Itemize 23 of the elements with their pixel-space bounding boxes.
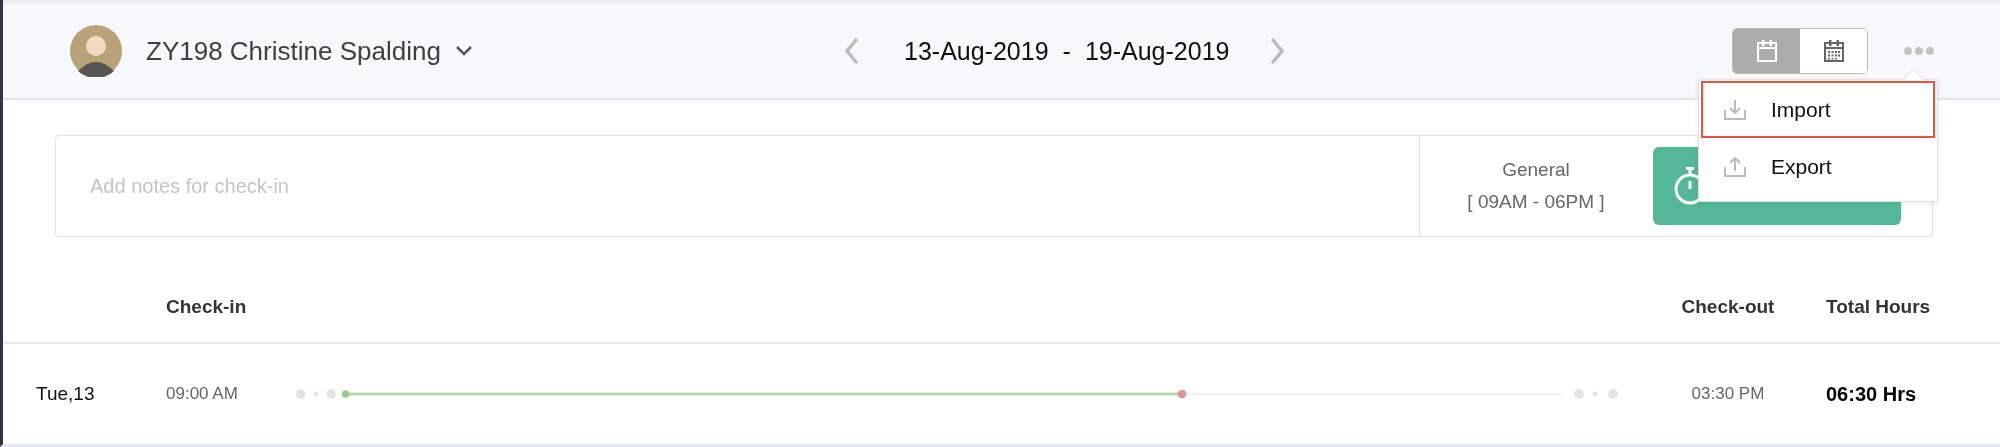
day-cell-text: Tue,13 (36, 383, 96, 405)
shift-hours: [ 09AM - 06PM ] (1466, 190, 1606, 214)
month-view-button[interactable] (1800, 29, 1867, 73)
download-icon (1723, 97, 1747, 122)
notes-field[interactable]: Add notes for check-in (55, 135, 1420, 237)
date-separator: - (1062, 36, 1071, 66)
column-header: Total Hours (1825, 296, 1932, 318)
column-header: Check-in (166, 296, 248, 318)
shift-name: General (1501, 158, 1571, 182)
start-date: 13-Aug-2019 (904, 36, 1049, 66)
column-header: Check-out (1680, 296, 1776, 318)
calendar-icon (1821, 39, 1846, 63)
chevron-down-icon (454, 45, 473, 57)
calendar-icon (1754, 39, 1779, 63)
end-date: 19-Aug-2019 (1084, 36, 1230, 66)
employee-dropdown[interactable]: ZY198 Christine Spalding (146, 35, 473, 67)
table-cell-text: 09:00 AM (166, 384, 239, 404)
menu-item[interactable]: Import (1701, 81, 1935, 138)
table-cell-text: 06:30 Hrs (1825, 382, 1918, 406)
menu-item[interactable]: Export (1701, 138, 1935, 195)
avatar-icon (70, 25, 122, 77)
upload-icon (1723, 154, 1747, 179)
table-cell-text: 03:30 PM (1690, 384, 1766, 404)
